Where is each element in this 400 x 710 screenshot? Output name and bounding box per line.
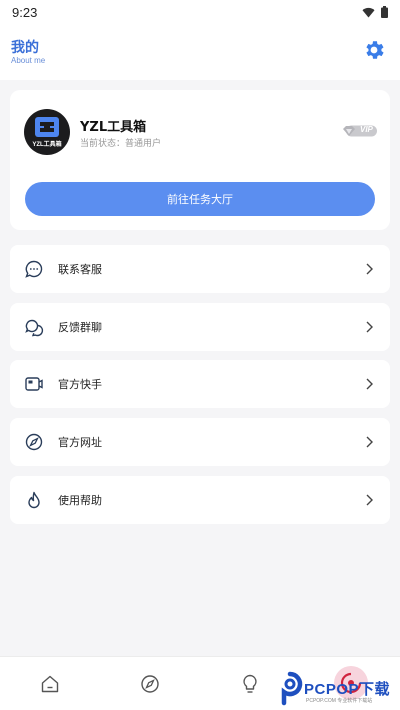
group-chat-icon <box>25 319 44 337</box>
watermark: PCPOP下载 PCPOP.COM 专业软件下载站 <box>276 668 400 710</box>
menu-item-feedback-group[interactable]: 反馈群聊 <box>10 303 390 351</box>
vip-label: VIP <box>360 125 373 134</box>
flame-icon <box>28 491 40 509</box>
app-logo-icon <box>35 117 59 137</box>
menu-item-contact-support[interactable]: 联系客服 <box>10 245 390 293</box>
chevron-right-icon <box>366 494 373 506</box>
profile-card: YZL工具箱 YZL工具箱 当前状态：普通用户 VIP 前往任务大厅 <box>10 90 390 230</box>
menu-item-official-kuaishou[interactable]: 官方快手 <box>10 360 390 408</box>
compass-icon <box>25 433 43 451</box>
profile-name: YZL工具箱 <box>80 120 147 135</box>
chevron-right-icon <box>366 263 373 275</box>
gear-icon <box>366 41 384 59</box>
vip-badge: VIP <box>342 124 378 138</box>
battery-icon <box>381 6 388 18</box>
watermark-text: PCPOP下载 <box>304 681 391 698</box>
watermark-subtext: PCPOP.COM 专业软件下载站 <box>306 698 373 704</box>
menu-item-label: 联系客服 <box>58 263 102 276</box>
menu-item-label: 官方网址 <box>58 436 102 449</box>
menu-item-label: 使用帮助 <box>58 494 102 507</box>
chevron-right-icon <box>366 321 373 333</box>
menu-item-help[interactable]: 使用帮助 <box>10 476 390 524</box>
page-subtitle: About me <box>11 56 46 65</box>
video-icon <box>25 377 43 391</box>
avatar[interactable]: YZL工具箱 <box>24 109 70 155</box>
watermark-logo-icon <box>281 671 303 706</box>
menu-item-label: 反馈群聊 <box>58 321 102 334</box>
home-icon <box>41 675 59 693</box>
nav-item-home[interactable] <box>39 673 61 695</box>
status-time: 9:23 <box>12 4 38 20</box>
profile-status: 当前状态：普通用户 <box>80 139 162 149</box>
settings-button[interactable] <box>362 38 386 62</box>
chat-icon <box>25 260 43 278</box>
chevron-right-icon <box>366 378 373 390</box>
bulb-icon <box>243 674 257 693</box>
menu-item-label: 官方快手 <box>58 378 102 391</box>
avatar-label: YZL工具箱 <box>32 142 62 148</box>
page-title: 我的 <box>11 40 39 56</box>
wifi-icon <box>362 7 375 18</box>
nav-item-discover[interactable] <box>139 673 161 695</box>
nav-item-ideas[interactable] <box>239 673 261 695</box>
page-header: 我的 About me <box>0 24 400 80</box>
task-hall-button[interactable]: 前往任务大厅 <box>25 182 375 216</box>
status-bar: 9:23 <box>0 0 400 24</box>
menu-item-official-website[interactable]: 官方网址 <box>10 418 390 466</box>
status-icons <box>362 6 388 18</box>
compass-icon <box>141 675 159 693</box>
chevron-right-icon <box>366 436 373 448</box>
